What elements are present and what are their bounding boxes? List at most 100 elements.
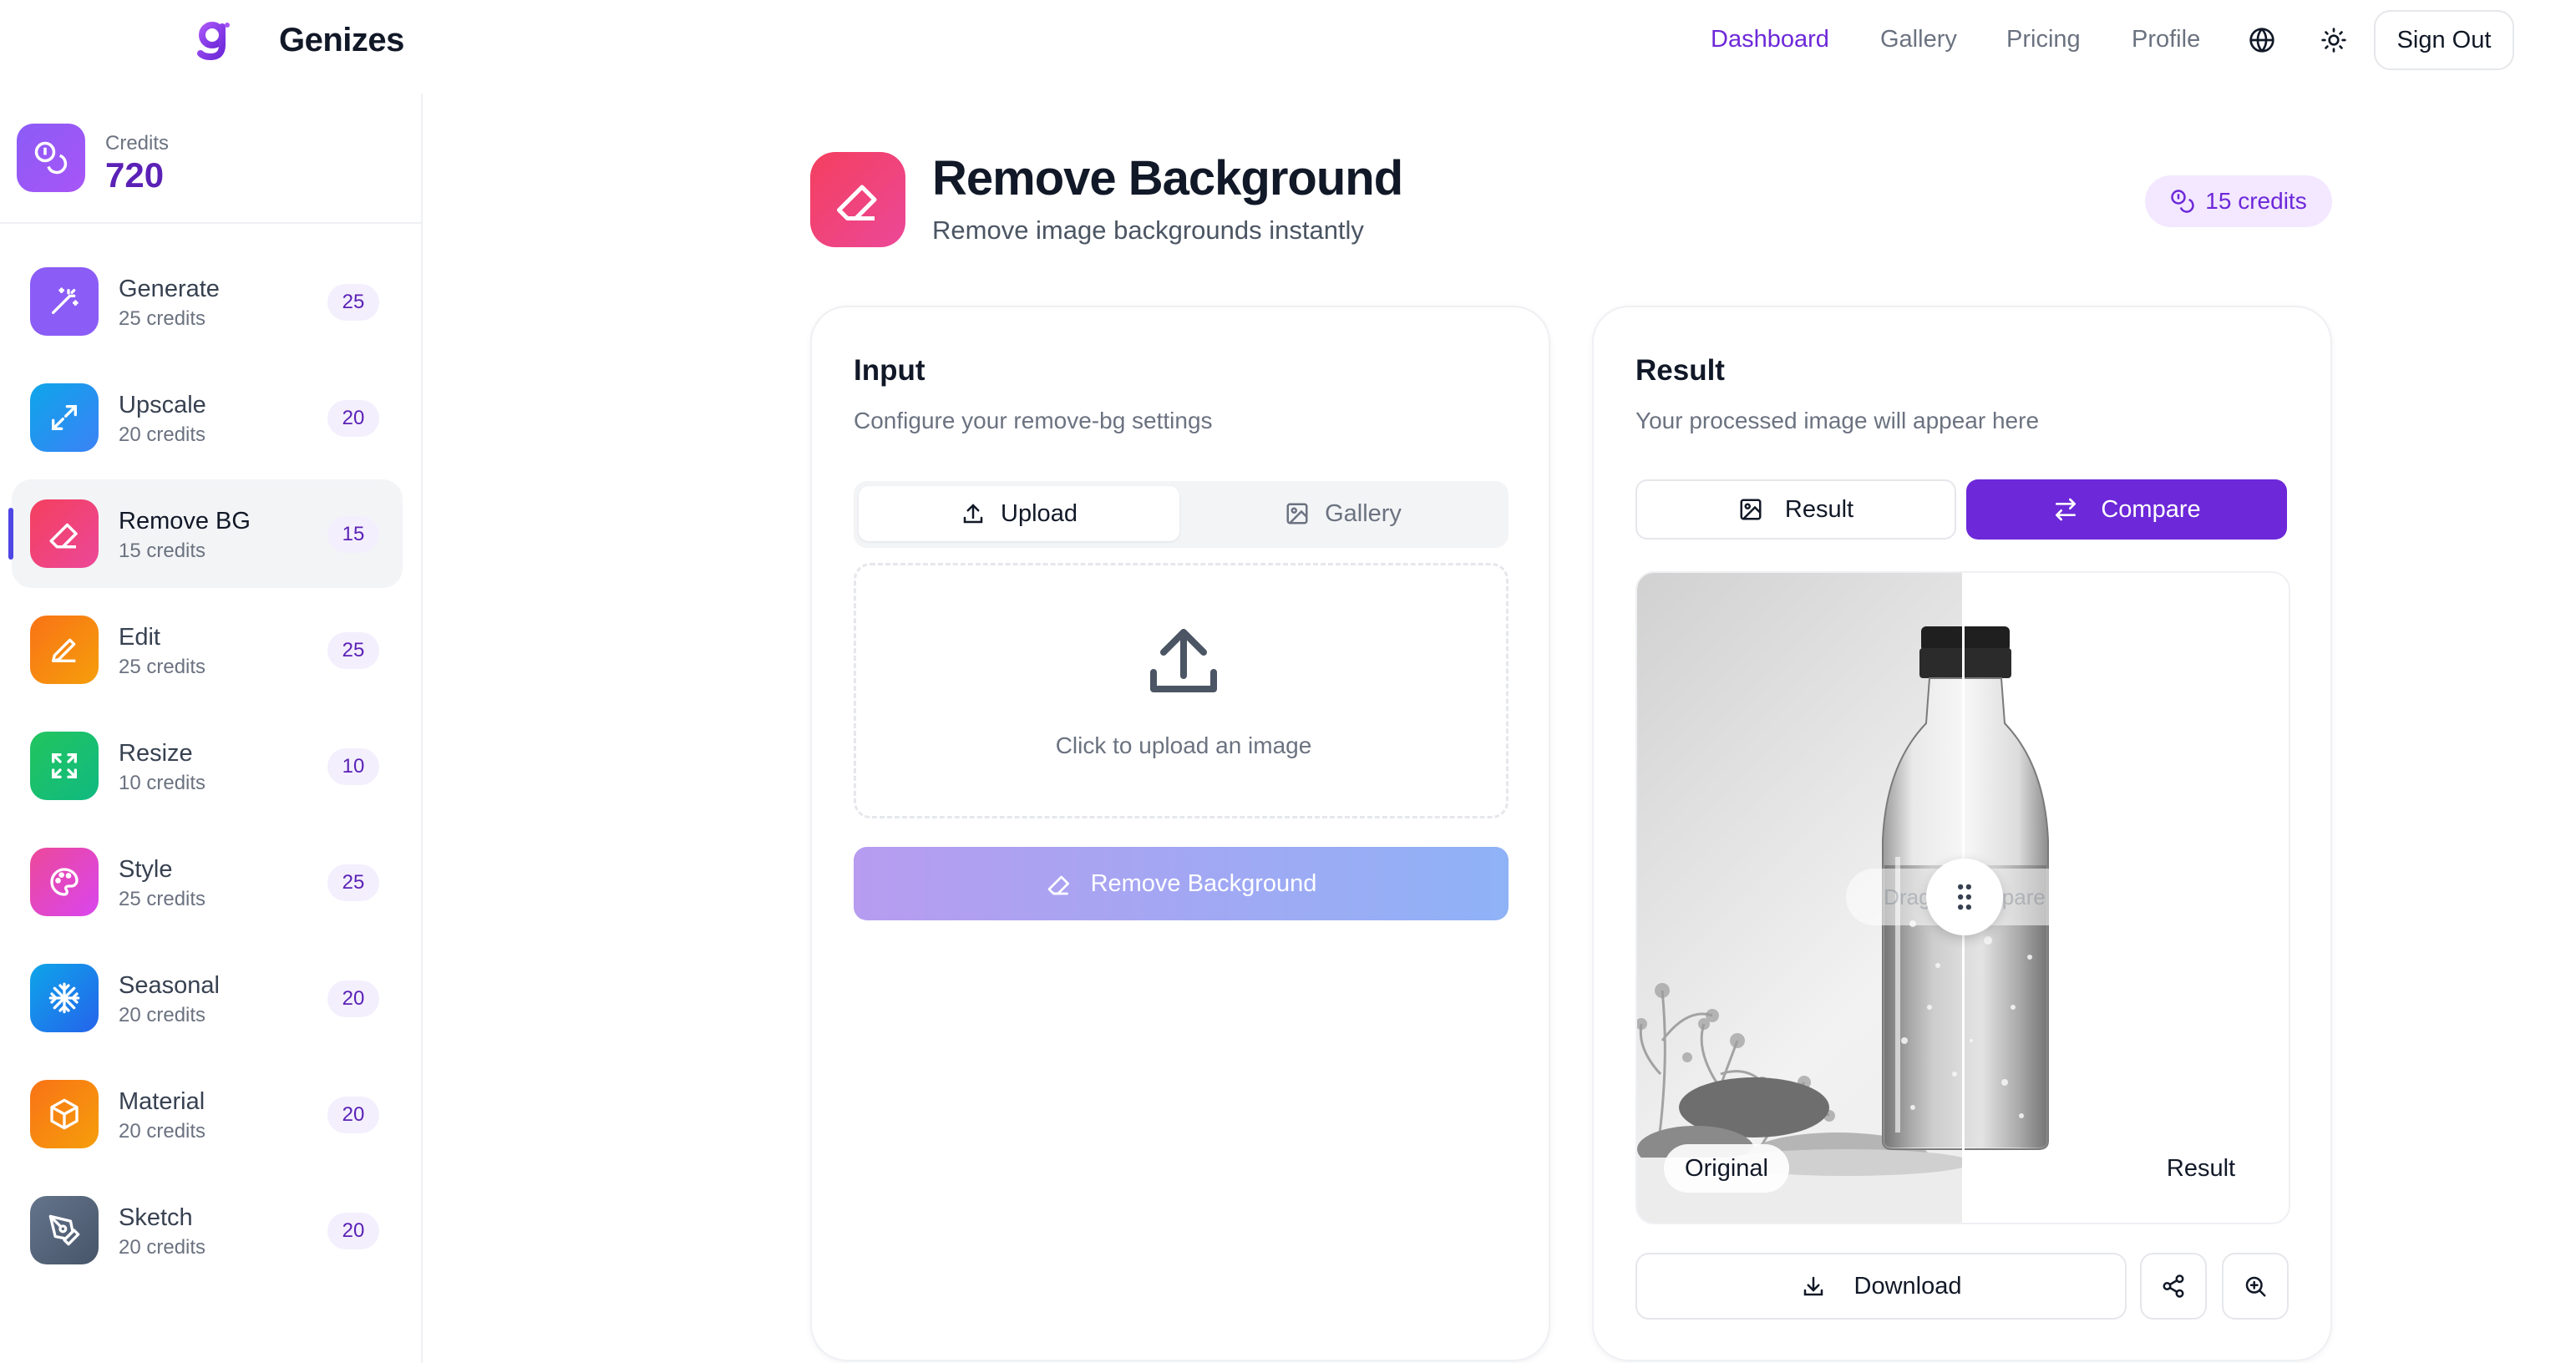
- sidebar-item-label: Generate: [119, 276, 220, 302]
- sidebar-item-upscale[interactable]: Upscale 20 credits 20: [12, 363, 403, 472]
- sign-out-button[interactable]: Sign Out: [2374, 10, 2514, 70]
- sidebar: Credits 720 Generate 25 credits 25 Upsca…: [0, 94, 423, 1363]
- credits-value: 720: [105, 155, 165, 195]
- sidebar-item-sketch[interactable]: Sketch 20 credits 20: [12, 1176, 403, 1284]
- result-card-title: Result: [1635, 354, 1725, 387]
- genizes-logo-icon[interactable]: [195, 20, 232, 60]
- eraser-icon: [1047, 875, 1069, 895]
- compare-view-button[interactable]: Compare: [1966, 479, 2287, 540]
- sidebar-item-label: Style: [119, 856, 173, 883]
- upload-icon: [1150, 629, 1217, 692]
- page-subtitle: Remove image backgrounds instantly: [932, 215, 1364, 245]
- upload-dropzone[interactable]: Click to upload an image: [854, 563, 1509, 818]
- sidebar-item-label: Upscale: [119, 392, 206, 418]
- pencil-icon: [30, 616, 99, 684]
- sidebar-item-material[interactable]: Material 20 credits 20: [12, 1060, 403, 1168]
- nav-profile[interactable]: Profile: [2132, 26, 2200, 53]
- download-icon: [1803, 1276, 1823, 1296]
- remove-background-button[interactable]: Remove Background: [854, 847, 1509, 920]
- sidebar-item-seasonal[interactable]: Seasonal 20 credits 20: [12, 944, 403, 1052]
- sidebar-item-credits: 20 credits: [119, 1004, 206, 1026]
- nav-dashboard[interactable]: Dashboard: [1711, 26, 1829, 53]
- share-button[interactable]: [2140, 1253, 2207, 1320]
- compare-view-label: Compare: [2101, 495, 2201, 523]
- credit-cost-badge: 15 credits: [2145, 175, 2332, 227]
- upload-icon: [963, 504, 983, 524]
- image-icon: [1740, 499, 1762, 520]
- sidebar-item-credits: 10 credits: [119, 772, 206, 794]
- sidebar-item-generate[interactable]: Generate 25 credits 25: [12, 247, 403, 356]
- tab-gallery-label: Gallery: [1325, 499, 1402, 527]
- sidebar-item-resize[interactable]: Resize 10 credits 10: [12, 712, 403, 820]
- eraser-icon: [810, 152, 905, 247]
- credit-badge: 10: [327, 748, 379, 785]
- before-after-compare[interactable]: Drag to compare Original Result: [1635, 571, 2290, 1224]
- tab-gallery[interactable]: Gallery: [1183, 486, 1504, 541]
- cube-icon: [30, 1080, 99, 1148]
- sidebar-item-credits: 20 credits: [119, 1120, 206, 1143]
- nav-pricing[interactable]: Pricing: [2006, 26, 2081, 53]
- palette-icon: [30, 848, 99, 916]
- coins-icon: [2171, 190, 2194, 213]
- result-label: Result: [2166, 1154, 2236, 1182]
- result-view-button[interactable]: Result: [1635, 479, 1956, 540]
- sidebar-item-label: Remove BG: [119, 508, 251, 535]
- grip-dots-icon: [1957, 884, 1972, 910]
- source-tabs: Upload Gallery: [854, 481, 1509, 548]
- download-label: Download: [1853, 1272, 1962, 1300]
- input-card-subtitle: Configure your remove-bg settings: [854, 408, 1213, 433]
- swap-arrows-icon: [2056, 498, 2077, 521]
- resize-icon: [30, 732, 99, 800]
- expand-arrows-icon: [30, 383, 99, 452]
- credit-badge: 25: [327, 864, 379, 901]
- nav-gallery[interactable]: Gallery: [1880, 26, 1957, 53]
- credit-badge: 25: [327, 284, 379, 321]
- sidebar-item-credits: 20 credits: [119, 423, 206, 446]
- credit-badge: 15: [327, 516, 379, 553]
- result-card: Result Your processed image will appear …: [1592, 306, 2332, 1361]
- compare-drag-handle[interactable]: [1926, 859, 2003, 935]
- zoom-in-icon: [2245, 1276, 2266, 1297]
- credit-badge: 20: [327, 1213, 379, 1249]
- pen-tool-icon: [30, 1196, 99, 1264]
- remove-background-label: Remove Background: [1090, 869, 1317, 897]
- eraser-icon: [30, 499, 99, 568]
- snowflake-icon: [30, 964, 99, 1032]
- sidebar-item-edit[interactable]: Edit 25 credits 25: [12, 595, 403, 704]
- brand-name[interactable]: Genizes: [279, 22, 404, 59]
- sidebar-item-label: Seasonal: [119, 972, 220, 999]
- page-title: Remove Background: [932, 151, 1403, 205]
- image-icon: [1286, 503, 1308, 524]
- credits-label: Credits: [105, 132, 170, 155]
- credit-badge: 20: [327, 400, 379, 437]
- tab-upload[interactable]: Upload: [859, 486, 1179, 541]
- sidebar-item-label: Edit: [119, 624, 160, 651]
- credit-cost-text: 15 credits: [2205, 188, 2307, 214]
- input-card: Input Configure your remove-bg settings …: [810, 306, 1550, 1361]
- download-button[interactable]: Download: [1635, 1253, 2127, 1320]
- sidebar-item-style[interactable]: Style 25 credits 25: [12, 828, 403, 936]
- sidebar-item-credits: 25 credits: [119, 307, 206, 330]
- sidebar-divider: [0, 222, 423, 224]
- credit-badge: 20: [327, 980, 379, 1017]
- sidebar-item-credits: 25 credits: [119, 888, 206, 910]
- original-label: Original: [1664, 1144, 1789, 1193]
- credit-badge: 25: [327, 632, 379, 669]
- sidebar-item-credits: 25 credits: [119, 656, 206, 678]
- sidebar-item-credits: 15 credits: [119, 540, 206, 562]
- sidebar-item-credits: 20 credits: [119, 1236, 206, 1259]
- language-globe-icon[interactable]: [2245, 23, 2279, 57]
- zoom-button[interactable]: [2222, 1253, 2289, 1320]
- top-navbar: Genizes Dashboard Gallery Pricing Profil…: [0, 0, 2576, 80]
- result-view-label: Result: [1784, 495, 1854, 523]
- share-icon: [2163, 1274, 2184, 1298]
- credit-badge: 20: [327, 1097, 379, 1133]
- magic-wand-icon: [30, 267, 99, 336]
- sidebar-item-remove-bg[interactable]: Remove BG 15 credits 15: [8, 479, 403, 588]
- result-card-subtitle: Your processed image will appear here: [1635, 408, 2040, 433]
- theme-sun-icon[interactable]: [2317, 23, 2350, 57]
- sidebar-item-label: Resize: [119, 740, 193, 767]
- input-card-title: Input: [854, 354, 925, 387]
- sidebar-item-label: Material: [119, 1088, 205, 1115]
- coins-icon: [17, 124, 85, 192]
